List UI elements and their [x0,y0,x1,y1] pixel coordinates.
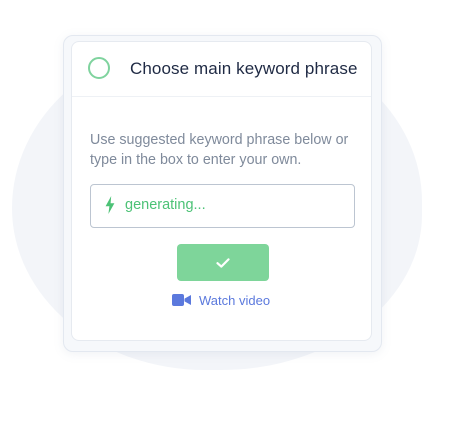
keyword-input-value: generating... [125,197,206,213]
step-status-circle-icon [88,57,110,79]
instructions-text: Use suggested keyword phrase below or ty… [90,132,349,168]
confirm-button[interactable] [177,244,269,281]
card-header: Choose main keyword phrase [72,42,371,97]
watch-video-link[interactable]: Watch video [172,292,270,308]
keyword-step-card: Choose main keyword phrase Use suggested… [71,41,372,341]
card-title: Choose main keyword phrase [130,59,358,78]
check-icon [216,257,230,268]
video-camera-icon [172,294,191,306]
bolt-icon [105,196,115,214]
keyword-phrase-input[interactable]: generating... [90,184,355,228]
watch-video-label: Watch video [199,292,271,308]
